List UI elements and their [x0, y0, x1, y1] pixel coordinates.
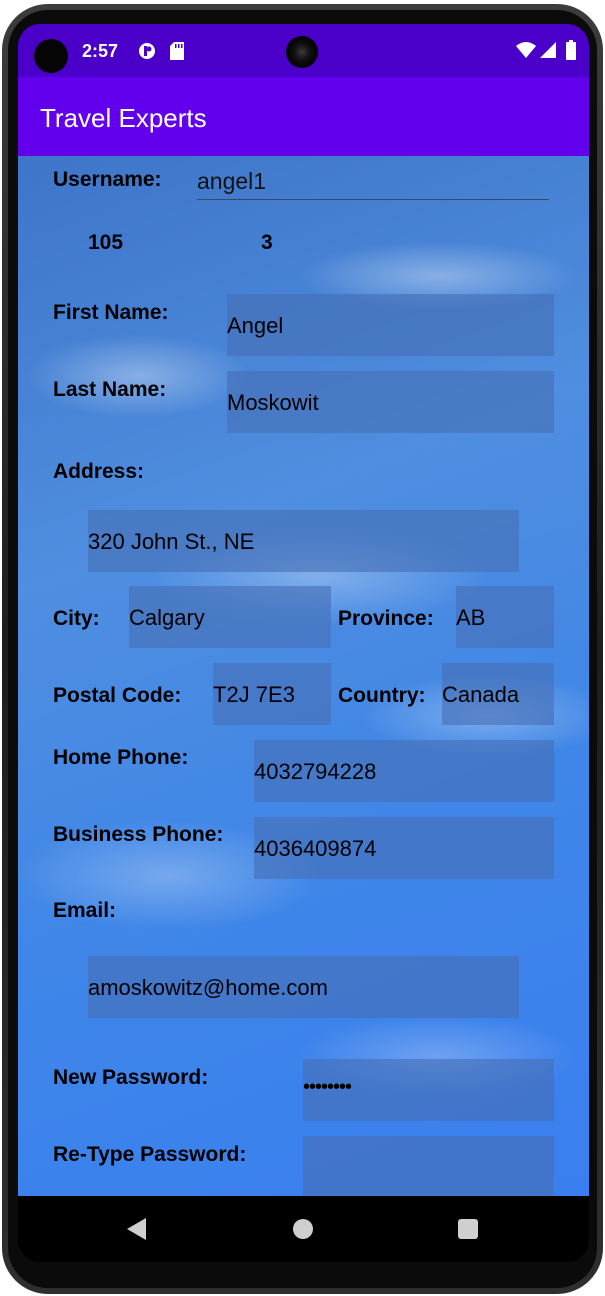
new-password-value: •••••••• — [303, 1076, 352, 1098]
username-label: Username: — [53, 168, 162, 191]
country-label: Country: — [338, 684, 426, 707]
last-name-label: Last Name: — [53, 378, 167, 401]
front-camera-icon — [286, 36, 318, 68]
status-time: 2:57 — [82, 41, 119, 61]
last-name-value: Moskowit — [227, 390, 319, 415]
camera-cutout-icon — [34, 39, 68, 73]
city-label: City: — [53, 607, 100, 630]
customer-id: 105 — [88, 231, 124, 254]
back-icon[interactable] — [127, 1218, 146, 1240]
city-value: Calgary — [129, 605, 205, 630]
business-phone-value: 4036409874 — [254, 836, 377, 861]
city-field[interactable]: Calgary — [129, 586, 331, 648]
first-name-value: Angel — [227, 313, 284, 338]
home-phone-field[interactable]: 4032794228 — [254, 740, 554, 802]
first-name-field[interactable]: Angel — [227, 294, 554, 356]
new-password-label: New Password: — [53, 1066, 209, 1089]
country-value: Canada — [442, 682, 520, 707]
province-label: Province: — [338, 607, 434, 630]
notification-app-icon — [138, 42, 156, 60]
sd-card-icon — [170, 42, 184, 60]
postal-code-label: Postal Code: — [53, 684, 182, 707]
home-phone-value: 4032794228 — [254, 759, 377, 784]
recents-icon[interactable] — [458, 1219, 478, 1239]
email-field[interactable]: amoskowitz@home.com — [88, 956, 519, 1018]
agent-id: 3 — [261, 231, 273, 254]
profile-form: Username: angel1 105 3 First Name: Angel… — [18, 156, 589, 1196]
province-field[interactable]: AB — [456, 586, 554, 648]
country-field[interactable]: Canada — [442, 663, 554, 725]
province-value: AB — [456, 605, 486, 630]
home-icon[interactable] — [293, 1219, 313, 1239]
last-name-field[interactable]: Moskowit — [227, 371, 554, 433]
postal-code-field[interactable]: T2J 7E3 — [213, 663, 331, 725]
email-label: Email: — [53, 899, 117, 922]
device: 2:57 Travel Experts Username: angel1 105… — [0, 0, 605, 1296]
navigation-bar — [18, 1196, 589, 1262]
battery-icon — [566, 40, 576, 60]
status-bar: 2:57 — [18, 24, 589, 77]
app-title: Travel Experts — [40, 103, 207, 133]
first-name-label: First Name: — [53, 301, 169, 324]
screen: 2:57 Travel Experts Username: angel1 105… — [18, 24, 589, 1262]
retype-password-label: Re-Type Password: — [53, 1143, 247, 1166]
wifi-icon — [516, 42, 536, 60]
address-field[interactable]: 320 John St., NE — [88, 510, 519, 572]
app-bar: Travel Experts — [18, 77, 589, 156]
retype-password-field[interactable] — [303, 1136, 554, 1196]
signal-icon — [540, 42, 556, 60]
business-phone-label: Business Phone: — [53, 823, 224, 846]
username-field[interactable]: angel1 — [197, 168, 266, 195]
address-value: 320 John St., NE — [88, 529, 255, 554]
address-label: Address: — [53, 460, 145, 483]
postal-code-value: T2J 7E3 — [213, 682, 295, 707]
home-phone-label: Home Phone: — [53, 746, 189, 769]
new-password-field[interactable]: •••••••• — [303, 1059, 554, 1121]
username-underline — [197, 199, 549, 200]
business-phone-field[interactable]: 4036409874 — [254, 817, 554, 879]
email-value: amoskowitz@home.com — [88, 975, 328, 1000]
